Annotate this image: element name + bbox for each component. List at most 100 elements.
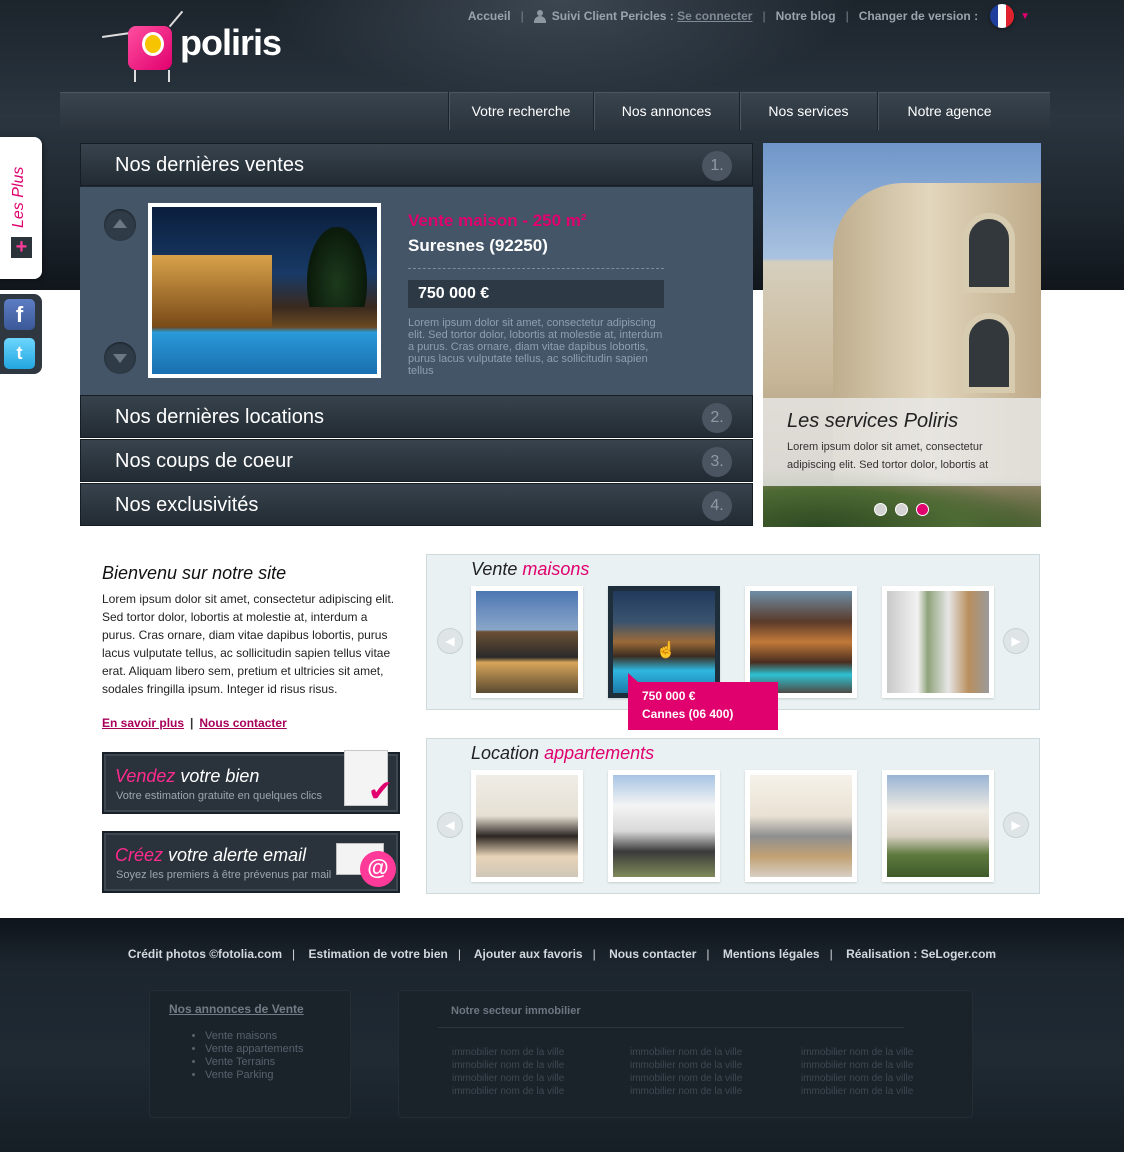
separator: | <box>762 9 766 23</box>
home-link[interactable]: Accueil <box>468 9 511 23</box>
plus-icon[interactable]: + <box>11 237 32 258</box>
gallery-thumb[interactable] <box>471 586 583 698</box>
sector-link[interactable]: immobilier nom de la ville <box>630 1046 742 1059</box>
logo-text: poliris <box>180 22 282 63</box>
footer-link[interactable]: Réalisation : SeLoger.com <box>846 947 996 961</box>
cta-title: Vendez votre bien <box>115 766 260 786</box>
nav-votre-recherche[interactable]: Votre recherche <box>448 92 593 130</box>
separator: | <box>845 9 849 23</box>
nav-nos-services[interactable]: Nos services <box>739 92 877 130</box>
gallery-thumb[interactable] <box>608 770 720 882</box>
france-flag-icon[interactable] <box>990 4 1015 28</box>
window-shape <box>963 313 1015 393</box>
arrow-up-icon[interactable] <box>104 209 136 241</box>
blog-link[interactable]: Notre blog <box>776 9 836 23</box>
sector-link[interactable]: immobilier nom de la ville <box>452 1072 564 1085</box>
footer-link[interactable]: Crédit photos ©fotolia.com <box>128 947 282 961</box>
featured-photo[interactable] <box>148 203 381 378</box>
accordion-header-coups-de-coeur[interactable]: Nos coups de coeur 3. <box>80 439 753 482</box>
featured-city: Suresnes (92250) <box>408 236 548 255</box>
main-nav: Votre recherche Nos annonces Nos service… <box>448 92 1021 130</box>
footer-link[interactable]: Ajouter aux favoris <box>474 947 583 961</box>
sector-link[interactable]: immobilier nom de la ville <box>452 1085 564 1098</box>
document-check-icon <box>344 750 393 809</box>
login-link[interactable]: Se connecter <box>677 9 752 23</box>
sector-column: immobilier nom de la ville immobilier no… <box>630 1046 742 1098</box>
accordion-number: 4. <box>702 491 732 521</box>
nav-nos-annonces[interactable]: Nos annonces <box>593 92 739 130</box>
sector-link[interactable]: immobilier nom de la ville <box>801 1046 913 1059</box>
list-item[interactable]: Vente Terrains <box>205 1056 303 1069</box>
sector-link[interactable]: immobilier nom de la ville <box>452 1059 564 1072</box>
gallery-title: Location appartements <box>471 743 655 763</box>
logo[interactable]: poliris <box>100 8 290 83</box>
gallery-title: Vente maisons <box>471 559 590 579</box>
divider <box>438 1027 904 1028</box>
sector-link[interactable]: immobilier nom de la ville <box>630 1059 742 1072</box>
window-shape <box>963 213 1015 293</box>
sector-link[interactable]: immobilier nom de la ville <box>801 1072 913 1085</box>
sector-link[interactable]: immobilier nom de la ville <box>801 1085 913 1098</box>
list-item[interactable]: Vente Parking <box>205 1069 303 1082</box>
accordion-header-exclusivites[interactable]: Nos exclusivités 4. <box>80 483 753 526</box>
chevron-left-icon[interactable]: ◀ <box>437 628 463 654</box>
nav-notre-agence[interactable]: Notre agence <box>877 92 1021 130</box>
accordion-number: 2. <box>702 403 732 433</box>
welcome-links: En savoir plus | Nous contacter <box>102 716 287 730</box>
sector-link[interactable]: immobilier nom de la ville <box>630 1085 742 1098</box>
accordion-header-ventes[interactable]: Nos dernières ventes 1. <box>80 143 753 186</box>
footer-sale-box: Nos annonces de Vente Vente maisons Vent… <box>149 990 351 1118</box>
featured-description: Lorem ipsum dolor sit amet, consectetur … <box>408 317 663 377</box>
footer-link[interactable]: Estimation de votre bien <box>309 947 448 961</box>
client-label: Suivi Client Pericles : <box>551 9 674 23</box>
accordion-header-locations[interactable]: Nos dernières locations 2. <box>80 395 753 438</box>
gallery-thumb[interactable] <box>882 586 994 698</box>
email-alert-cta-button[interactable]: Créez votre alerte email Soyez les premi… <box>102 831 400 893</box>
accordion-title: Nos coups de coeur <box>115 450 293 472</box>
cta-subtitle: Votre estimation gratuite en quelques cl… <box>116 790 323 802</box>
sector-link[interactable]: immobilier nom de la ville <box>452 1046 564 1059</box>
footer-link[interactable]: Nous contacter <box>609 947 696 961</box>
slider-dot-2[interactable] <box>895 503 908 516</box>
divider <box>408 268 664 269</box>
sector-link[interactable]: immobilier nom de la ville <box>630 1072 742 1085</box>
footer-sector-box: Notre secteur immobilier immobilier nom … <box>398 990 973 1118</box>
more-link[interactable]: En savoir plus <box>102 716 184 730</box>
slider-dot-3[interactable] <box>916 503 929 516</box>
sell-cta-button[interactable]: Vendez votre bien Votre estimation gratu… <box>102 750 400 814</box>
rent-gallery: Location appartements ◀ ▶ <box>426 738 1040 894</box>
facebook-icon[interactable]: f <box>4 299 35 330</box>
footer: Crédit photos ©fotolia.com | Estimation d… <box>0 918 1124 1152</box>
services-slider[interactable]: Les services Poliris Lorem ipsum dolor s… <box>763 143 1041 527</box>
slider-dot-1[interactable] <box>874 503 887 516</box>
chevron-right-icon[interactable]: ▶ <box>1003 812 1029 838</box>
accordion-number: 1. <box>702 151 732 181</box>
les-plus-label: Les Plus <box>10 166 27 228</box>
chevron-down-icon[interactable]: ▼ <box>1020 11 1030 22</box>
accordion-title: Nos dernières locations <box>115 406 324 428</box>
list-item[interactable]: Vente appartements <box>205 1043 303 1056</box>
accordion-number: 3. <box>702 447 732 477</box>
contact-link[interactable]: Nous contacter <box>199 716 286 730</box>
twitter-icon[interactable]: t <box>4 338 35 369</box>
services-title: Les services Poliris <box>787 410 959 432</box>
top-bar: Accueil | Suivi Client Pericles : Se con… <box>468 4 1030 28</box>
featured-price: 750 000 € <box>408 280 664 308</box>
sector-link[interactable]: immobilier nom de la ville <box>801 1059 913 1072</box>
footer-sale-title[interactable]: Nos annonces de Vente <box>169 1002 304 1016</box>
gallery-thumb[interactable] <box>882 770 994 882</box>
footer-link[interactable]: Mentions légales <box>723 947 820 961</box>
featured-title[interactable]: Vente maison - 250 m² <box>408 211 587 231</box>
gallery-thumb[interactable] <box>471 770 583 882</box>
separator: | <box>190 716 194 730</box>
chevron-right-icon[interactable]: ▶ <box>1003 628 1029 654</box>
arrow-down-icon[interactable] <box>104 342 136 374</box>
gallery-thumb[interactable] <box>745 770 857 882</box>
listing-tooltip: 750 000 € Cannes (06 400) <box>628 673 778 730</box>
list-item[interactable]: Vente maisons <box>205 1030 303 1043</box>
footer-sector-title: Notre secteur immobilier <box>451 1005 581 1017</box>
chevron-left-icon[interactable]: ◀ <box>437 812 463 838</box>
social-bar: f t <box>0 294 42 374</box>
accordion-panel-ventes: Vente maison - 250 m² Suresnes (92250) 7… <box>80 187 753 395</box>
cta-title: Créez votre alerte email <box>115 845 307 865</box>
